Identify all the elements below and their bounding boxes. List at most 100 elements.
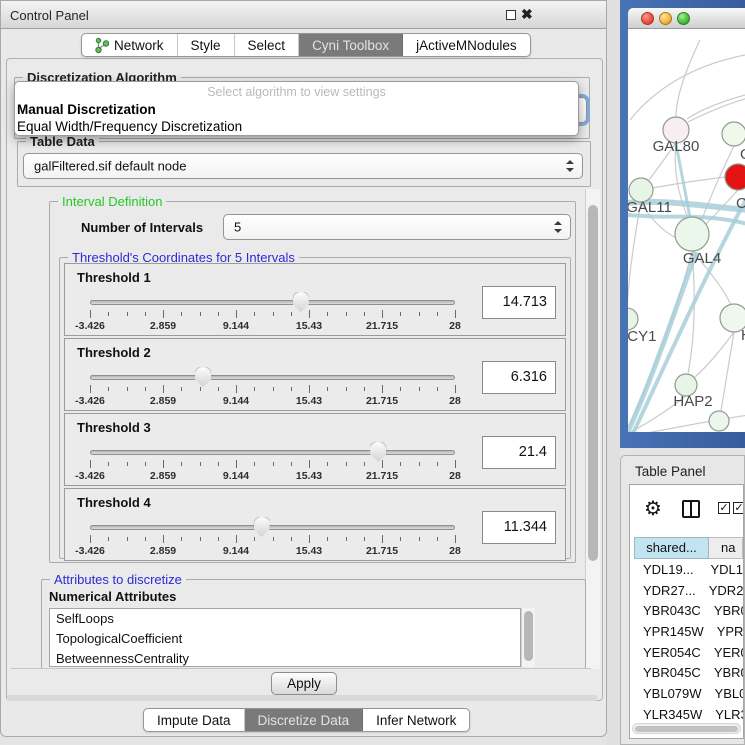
slider-thumb[interactable]	[293, 292, 309, 312]
slider-track[interactable]	[90, 300, 455, 305]
slider-thumb[interactable]	[370, 442, 386, 462]
table-cell[interactable]: YER0	[701, 645, 743, 660]
table-cell[interactable]: YDR2	[696, 583, 743, 598]
columns-icon[interactable]	[682, 500, 700, 518]
numerical-attributes-list[interactable]: SelfLoopsTopologicalCoefficientBetweenne…	[49, 608, 521, 667]
table-cell[interactable]: YBR0	[701, 603, 743, 618]
tick-mark	[218, 462, 219, 466]
slider-ticks	[90, 460, 455, 469]
list-item[interactable]: BetweennessCentrality	[50, 649, 520, 667]
threshold-3-panel: Threshold 3 -3.4262.8599.14415.4321.7152…	[64, 413, 566, 486]
table-horizontal-scrollbar-thumb[interactable]	[635, 726, 738, 732]
network-node[interactable]	[722, 122, 745, 146]
gear-icon[interactable]: ⚙	[644, 496, 662, 521]
menu-item-manual-discretization[interactable]: Manual Discretization	[17, 102, 156, 117]
table-cell[interactable]: YDL1	[697, 562, 743, 577]
network-edge[interactable]	[630, 55, 745, 120]
tick-mark	[145, 312, 146, 316]
tab-style[interactable]: Style	[178, 34, 235, 56]
table-cell[interactable]: YPR1	[704, 624, 743, 639]
table-cell[interactable]: YBR0	[701, 665, 743, 680]
apply-button[interactable]: Apply	[271, 672, 337, 695]
close-window-icon[interactable]: ✖	[521, 6, 533, 23]
slider-track[interactable]	[90, 375, 455, 380]
table-cell[interactable]: YBR043C	[634, 603, 701, 618]
network-node[interactable]	[709, 411, 729, 431]
attributes-list-scrollbar-thumb[interactable]	[524, 611, 533, 661]
minimize-traffic-light-icon[interactable]	[659, 12, 672, 25]
network-node[interactable]	[725, 164, 745, 190]
column-header-name[interactable]: na	[709, 537, 743, 559]
network-node[interactable]	[628, 308, 638, 330]
table-cell[interactable]: YLR3	[702, 707, 743, 720]
zoom-traffic-light-icon[interactable]	[677, 12, 690, 25]
table-cell[interactable]: YLR345W	[634, 707, 702, 720]
tab-impute-data[interactable]: Impute Data	[144, 709, 245, 731]
menu-item-equal-width-frequency[interactable]: Equal Width/Frequency Discretization	[17, 119, 242, 134]
tab-select[interactable]: Select	[235, 34, 300, 56]
table-cell[interactable]: YPR145W	[634, 624, 704, 639]
tab-infer-network[interactable]: Infer Network	[363, 709, 469, 731]
network-node[interactable]	[675, 217, 709, 251]
network-edge[interactable]	[687, 95, 745, 119]
content-scrollbar[interactable]	[585, 189, 600, 669]
table-row[interactable]: YER054CYER0	[634, 642, 743, 663]
network-edge[interactable]	[628, 202, 641, 308]
tab-discretize-data[interactable]: Discretize Data	[245, 709, 364, 731]
table-row[interactable]: YBR045CYBR0	[634, 662, 743, 683]
table-panel-title: Table Panel	[635, 464, 706, 479]
close-traffic-light-icon[interactable]	[641, 12, 654, 25]
tick-mark	[291, 387, 292, 391]
network-edge[interactable]	[653, 177, 725, 188]
list-item[interactable]: SelfLoops	[50, 609, 520, 629]
table-row[interactable]: YBR043CYBR0	[634, 600, 743, 621]
table-horizontal-scrollbar[interactable]	[632, 723, 741, 734]
checkbox-icon[interactable]: ✓	[733, 502, 744, 514]
content-scrollbar-thumb[interactable]	[588, 205, 598, 561]
threshold-1-value-field[interactable]: 14.713	[482, 286, 556, 319]
attributes-list-scrollbar[interactable]	[521, 608, 535, 667]
table-cell[interactable]: YBL079W	[634, 686, 702, 701]
tick-mark	[145, 537, 146, 541]
network-edge[interactable]	[721, 332, 734, 411]
num-intervals-combo[interactable]: 5	[223, 214, 571, 240]
slider-thumb[interactable]	[195, 367, 211, 387]
network-edge[interactable]	[676, 144, 690, 218]
network-edge[interactable]	[688, 98, 745, 122]
network-canvas[interactable]: GAL80G.CGAL11GAL4GCY1HHAP2	[628, 29, 745, 432]
control-panel-titlebar[interactable]: Control Panel ✖	[1, 1, 606, 29]
table-cell[interactable]: YBR045C	[634, 665, 701, 680]
table-cell[interactable]: YDL19...	[634, 562, 697, 577]
threshold-4-slider[interactable]: -3.4262.8599.14415.4321.71528	[90, 525, 455, 559]
tab-network[interactable]: Network	[82, 34, 178, 56]
table-body[interactable]: YDL19...YDL1YDR27...YDR2YBR043CYBR0YPR14…	[634, 559, 743, 720]
table-row[interactable]: YPR145WYPR1	[634, 621, 743, 642]
tick-mark	[200, 462, 201, 466]
slider-track[interactable]	[90, 450, 455, 455]
threshold-4-value-field[interactable]: 11.344	[482, 511, 556, 544]
threshold-1-slider[interactable]: -3.4262.8599.14415.4321.71528	[90, 300, 455, 334]
table-cell[interactable]: YDR27...	[634, 583, 696, 598]
window-gap	[607, 0, 620, 745]
tab-cyni-toolbox[interactable]: Cyni Toolbox	[299, 34, 403, 56]
checkbox-icon[interactable]: ✓	[718, 502, 730, 514]
threshold-3-value-field[interactable]: 21.4	[482, 436, 556, 469]
threshold-3-slider[interactable]: -3.4262.8599.14415.4321.71528	[90, 450, 455, 484]
table-cell[interactable]: YBL0	[702, 686, 743, 701]
table-row[interactable]: YLR345WYLR3	[634, 704, 743, 720]
table-row[interactable]: YDR27...YDR2	[634, 580, 743, 601]
network-window-titlebar[interactable]	[628, 8, 745, 29]
table-row[interactable]: YBL079WYBL0	[634, 683, 743, 704]
tab-jactivemnodules[interactable]: jActiveMNodules	[403, 34, 530, 56]
table-cell[interactable]: YER054C	[634, 645, 701, 660]
list-item[interactable]: TopologicalCoefficient	[50, 629, 520, 649]
float-window-icon[interactable]	[506, 10, 516, 20]
column-header-shared-name[interactable]: shared...	[634, 537, 709, 559]
slider-thumb[interactable]	[254, 517, 270, 537]
slider-track[interactable]	[90, 525, 455, 530]
threshold-2-slider[interactable]: -3.4262.8599.14415.4321.71528	[90, 375, 455, 409]
table-data-combo[interactable]: galFiltered.sif default node	[23, 153, 583, 179]
table-panel-window: Table Panel ⚙ ✓ ✓ shared... na YDL19...Y…	[620, 455, 745, 745]
table-row[interactable]: YDL19...YDL1	[634, 559, 743, 580]
threshold-2-value-field[interactable]: 6.316	[482, 361, 556, 394]
